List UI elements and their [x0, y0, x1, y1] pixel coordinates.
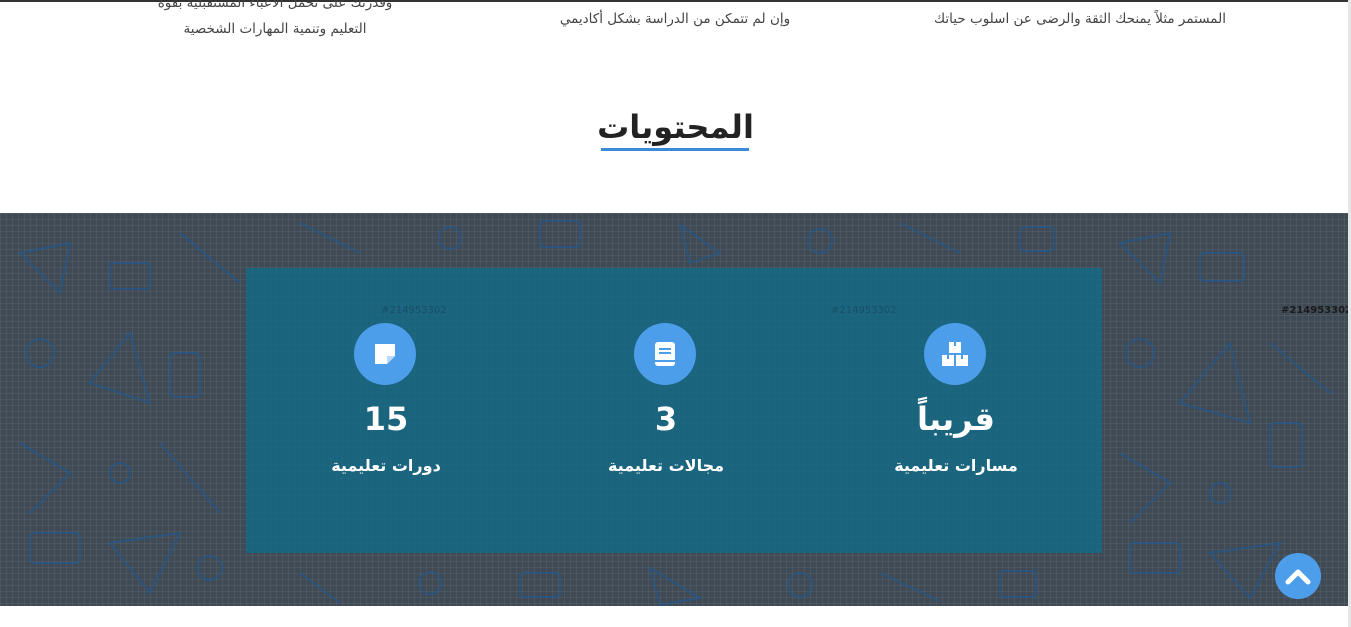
stat-value: 3 [654, 400, 678, 438]
stat-card-fields: 3 مجالات تعليمية [526, 268, 806, 553]
stat-label: مسارات تعليمية [894, 456, 1018, 475]
stats-section: #214953302 #214953302 #214953302 15 دورا… [0, 213, 1348, 606]
stat-card-paths: قريباً مسارات تعليمية [816, 268, 1096, 553]
boxes-icon [924, 323, 986, 385]
stat-value: قريباً [917, 400, 995, 438]
section-title: المحتويات [597, 108, 754, 146]
feature-description: وقدرتك على تحمل الاعباء المستقبلية بقوة … [157, 0, 393, 37]
feature-description: وإن لم تتمكن من الدراسة بشكل أكاديمي [559, 11, 791, 27]
sticky-note-icon [354, 323, 416, 385]
chevron-up-icon [1285, 569, 1311, 585]
feature-description: المستمر مثلاً يمنحك الثقة والرضى عن اسلو… [934, 11, 1226, 27]
stat-card-courses: 15 دورات تعليمية [246, 268, 526, 553]
title-underline [601, 148, 749, 151]
stat-label: مجالات تعليمية [607, 456, 725, 475]
stats-panel: #214953302 #214953302 15 دورات تعليمية 3… [246, 268, 1102, 553]
stat-value: 15 [363, 400, 409, 438]
watermark: #214953302 [1281, 305, 1348, 316]
stat-label: دورات تعليمية [331, 456, 441, 475]
book-icon [634, 323, 696, 385]
back-to-top-button[interactable] [1275, 553, 1321, 599]
